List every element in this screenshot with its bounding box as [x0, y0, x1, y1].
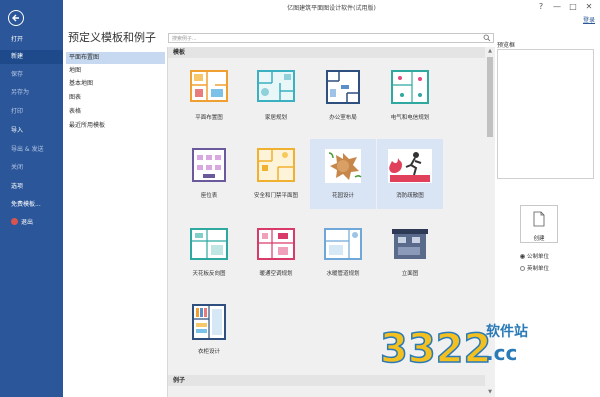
template-tile[interactable]: 水暖管道规划 [310, 217, 376, 287]
scroll-thumb[interactable] [487, 57, 493, 137]
template-label: 立面图 [401, 271, 419, 277]
sidebar-item-options[interactable]: 选项 [0, 180, 63, 194]
template-label: 座位表 [200, 193, 218, 199]
search-icon[interactable] [483, 34, 491, 42]
window-title: 亿图建筑平面图设计软件(试用版) [287, 5, 376, 12]
preview-label: 预览框 [497, 42, 516, 49]
scroll-down-icon[interactable]: ▼ [487, 389, 493, 395]
page-title: 预定义模板和例子 [68, 31, 156, 44]
office-layout-icon [326, 70, 360, 104]
category-item[interactable]: 平面布置图 [66, 52, 165, 64]
search-placeholder: 搜索例子... [172, 36, 197, 42]
template-tile-selected[interactable]: 消防疏散图 [377, 139, 443, 209]
unit-option-imperial[interactable]: 英制单位 [520, 264, 549, 272]
sidebar-item-save[interactable]: 保存 [0, 68, 63, 82]
category-item[interactable]: 表格 [66, 106, 165, 118]
plumbing-plan-icon [324, 228, 362, 260]
category-list: 平面布置图 地图 基本地图 图表 表格 最近所用模板 [66, 50, 165, 397]
template-label: 花园设计 [331, 193, 354, 199]
template-tile[interactable]: 电气和电信规划 [377, 61, 443, 131]
template-tile[interactable]: 平面布置图 [176, 61, 242, 131]
unit-option-metric[interactable]: 公制单位 [520, 252, 549, 260]
template-tile[interactable]: 暖通空调规划 [243, 217, 309, 287]
electrical-plan-icon [391, 70, 429, 104]
preview-box [497, 49, 594, 179]
sidebar-item-new[interactable]: 新建 [0, 50, 63, 64]
sidebar-item-open[interactable]: 打开 [0, 33, 63, 47]
template-tile[interactable]: 安全和门禁平面图 [243, 139, 309, 209]
category-item[interactable]: 基本地图 [66, 78, 165, 90]
template-tile[interactable]: 家居规划 [243, 61, 309, 131]
hvac-plan-icon [257, 228, 295, 260]
category-item[interactable]: 最近所用模板 [66, 120, 165, 132]
template-label: 办公室布局 [329, 115, 357, 121]
exit-icon [11, 218, 18, 225]
template-tile-selected[interactable]: 花园设计 [310, 139, 376, 209]
template-label: 水暖管道规划 [326, 271, 360, 277]
wardrobe-design-icon [192, 304, 226, 340]
title-bar: 亿图建筑平面图设计软件(试用版) ? — □ ✕ [63, 0, 600, 14]
login-link[interactable]: 登录 [583, 15, 595, 24]
sidebar-item-import[interactable]: 导入 [0, 124, 63, 138]
scroll-up-icon[interactable]: ▲ [487, 48, 493, 54]
seating-chart-icon [192, 148, 226, 182]
sidebar-item-print[interactable]: 打印 [0, 105, 63, 119]
template-tile[interactable]: 衣柜设计 [176, 295, 242, 365]
template-label: 暖通空调规划 [259, 271, 293, 277]
search-input[interactable]: 搜索例子... [168, 33, 494, 43]
category-item[interactable]: 地图 [66, 65, 165, 77]
create-button[interactable]: 创建 [520, 205, 558, 243]
garden-design-icon [325, 149, 362, 183]
template-tile[interactable]: 天花板反向图 [176, 217, 242, 287]
elevation-icon [392, 229, 428, 259]
close-icon[interactable]: ✕ [582, 1, 596, 13]
template-label: 平面布置图 [195, 115, 223, 121]
template-label: 家居规划 [264, 115, 287, 121]
backstage-sidebar: 打开 新建 保存 另存为 打印 导入 导出 & 发送 关闭 选项 免费模板...… [0, 0, 63, 397]
template-label: 安全和门禁平面图 [253, 193, 298, 199]
watermark-logo: 3322 软件站 .cc [379, 323, 528, 373]
new-document-icon [533, 211, 545, 227]
sidebar-item-free-templates[interactable]: 免费模板... [0, 198, 63, 212]
floor-plan-icon [190, 70, 228, 102]
template-tile[interactable]: 立面图 [377, 217, 443, 287]
minimize-icon[interactable]: — [550, 1, 564, 13]
sidebar-item-export-send[interactable]: 导出 & 发送 [0, 143, 63, 157]
gallery-section-header: 模板 [168, 47, 485, 58]
template-label: 消防疏散图 [396, 193, 424, 199]
gallery-examples-header: 例子 [168, 375, 485, 386]
svg-text:3322: 3322 [380, 326, 491, 372]
template-label: 电气和电信规划 [390, 115, 430, 121]
fire-escape-icon [388, 149, 432, 183]
sidebar-item-close[interactable]: 关闭 [0, 161, 63, 175]
template-label: 天花板反向图 [192, 271, 226, 277]
sidebar-item-save-as[interactable]: 另存为 [0, 86, 63, 100]
svg-text:.cc: .cc [486, 341, 517, 365]
home-plan-icon [257, 70, 295, 102]
radio-icon[interactable] [520, 254, 525, 259]
radio-icon[interactable] [520, 266, 525, 271]
back-arrow-icon[interactable] [8, 10, 24, 26]
category-item[interactable]: 图表 [66, 92, 165, 104]
ceiling-plan-icon [190, 228, 228, 260]
svg-text:软件站: 软件站 [486, 323, 528, 340]
sidebar-item-exit[interactable]: 退出 [0, 216, 63, 230]
template-label: 衣柜设计 [197, 349, 220, 355]
create-label: 创建 [533, 236, 545, 242]
template-tile[interactable]: 办公室布局 [310, 61, 376, 131]
maximize-icon[interactable]: □ [566, 1, 580, 13]
help-icon[interactable]: ? [534, 1, 548, 13]
template-tile[interactable]: 座位表 [176, 139, 242, 209]
security-plan-icon [257, 148, 295, 182]
